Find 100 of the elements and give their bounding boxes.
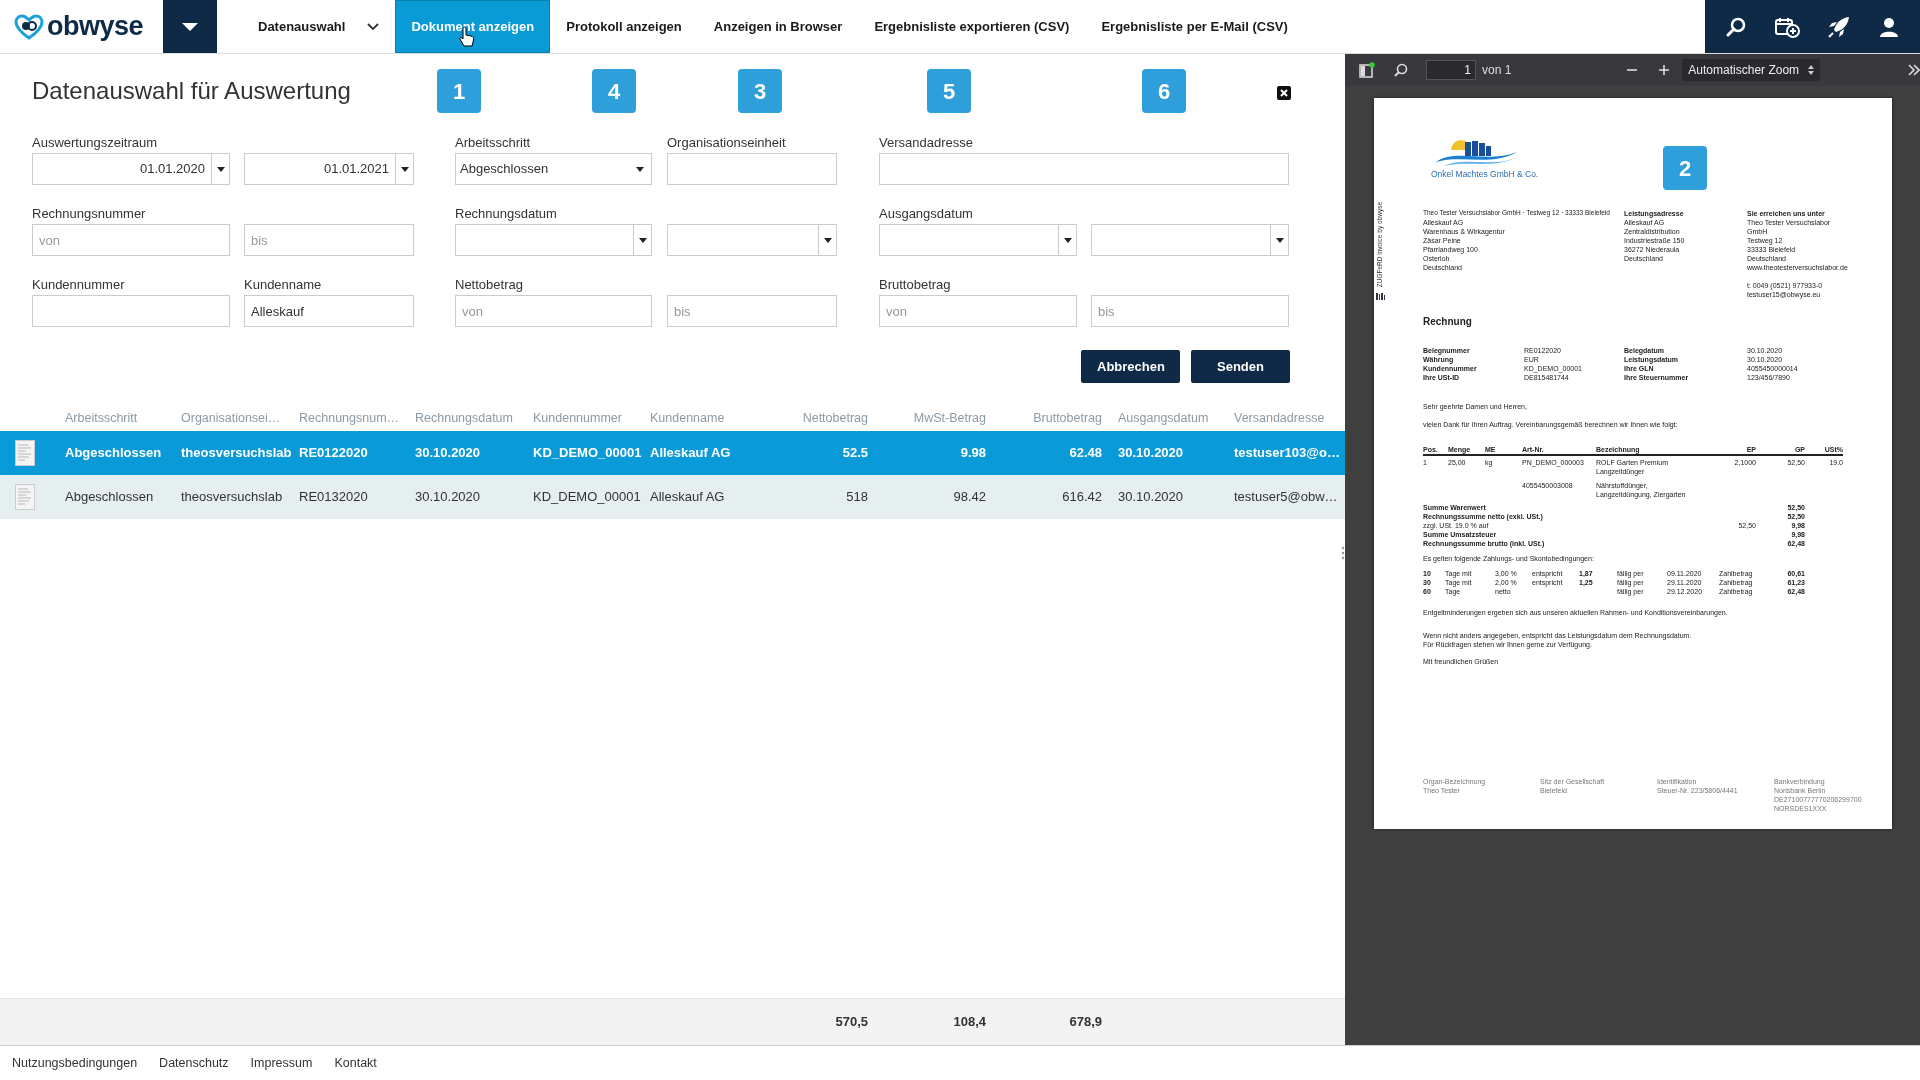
nav-tab[interactable]: Ergebnisliste per E-Mail (CSV) (1085, 0, 1304, 53)
table-cell: 30.10.2020 (407, 475, 525, 519)
date-field[interactable] (1091, 224, 1270, 256)
caret-icon (181, 21, 199, 32)
send-button[interactable]: Senden (1191, 350, 1290, 383)
select-field[interactable]: Abgeschlossen (455, 153, 652, 185)
text-field[interactable]: bis (667, 295, 837, 327)
table-cell: 616.42 (994, 475, 1110, 519)
dropdown-button[interactable] (1270, 224, 1289, 256)
dropdown-button[interactable] (633, 224, 652, 256)
logo-icon (14, 13, 44, 40)
table-cell: 30.10.2020 (407, 431, 525, 475)
field-label: Ausgangsdatum (879, 206, 974, 221)
table-row[interactable]: Abgeschlossen theosversuchslab RE0132020 30.10.2020 KD_DEMO_00001 Alleskauf AG 518 98.42 616.42 30.10.2020 testuser5@obw… (0, 475, 1345, 519)
text-field[interactable]: Alleskauf (244, 295, 414, 327)
bars-icon (1376, 293, 1385, 300)
text-field[interactable] (879, 153, 1289, 185)
date-field[interactable] (879, 224, 1058, 256)
caret-icon (635, 164, 645, 174)
document-title: Rechnung (1423, 316, 1473, 328)
nav-tab[interactable]: Protokoll anzeigen (550, 0, 698, 53)
table-cell: testuser103@o… (1226, 431, 1345, 475)
text-field[interactable]: von (32, 224, 230, 256)
table-cell: 30.10.2020 (1110, 475, 1226, 519)
table-cell: theosversuchslab (173, 431, 291, 475)
search-icon[interactable] (1724, 15, 1747, 38)
caret-icon (399, 164, 410, 174)
table-cell: Abgeschlossen (57, 431, 173, 475)
resize-handle[interactable] (1341, 546, 1345, 560)
sidebar-toggle-icon[interactable] (1359, 62, 1375, 78)
table-cell: 98.42 (876, 475, 994, 519)
page-count: von 1 (1482, 62, 1512, 79)
total-value: 678,9 (1068, 1013, 1103, 1032)
text-field[interactable]: von (879, 295, 1077, 327)
table-cell: theosversuchslab (173, 475, 291, 519)
menu-button[interactable] (163, 0, 217, 53)
chevron-down-icon (367, 22, 380, 31)
document-thumbnail-icon (15, 484, 35, 510)
footer-link[interactable]: Impressum (250, 1053, 313, 1073)
table-cell: 62.48 (994, 431, 1110, 475)
field-label: Nettobetrag (455, 277, 524, 292)
rocket-icon[interactable] (1827, 14, 1852, 39)
cancel-button[interactable]: Abbrechen (1081, 350, 1180, 383)
total-value: 108,4 (952, 1013, 987, 1032)
field-label: Auswertungszeitraum (32, 135, 158, 150)
table-cell: 518 (760, 475, 876, 519)
zoom-in-icon[interactable] (1658, 64, 1671, 76)
step-marker: 1 (437, 69, 481, 113)
text-field[interactable] (32, 295, 230, 327)
zoom-select[interactable]: Automatischer Zoom (1682, 59, 1821, 81)
text-field[interactable] (667, 153, 837, 185)
double-chevron-icon[interactable] (1908, 64, 1920, 76)
date-field[interactable]: 01.01.2020 (32, 153, 211, 185)
field-label: Rechnungsnummer (32, 206, 147, 221)
company-name: Onkel Machtes GmbH & Co. (1431, 169, 1539, 179)
step-marker: 2 (1663, 146, 1707, 190)
table-cell: KD_DEMO_00001 (525, 431, 642, 475)
page-number-field[interactable]: 1 (1426, 60, 1476, 80)
table-cell: testuser5@obw… (1226, 475, 1345, 519)
date-field[interactable] (667, 224, 818, 256)
field-label: Kundenname (244, 277, 323, 292)
dropdown-button[interactable] (395, 153, 414, 185)
text-field[interactable]: von (455, 295, 652, 327)
text-field[interactable]: bis (1091, 295, 1289, 327)
user-icon[interactable] (1878, 15, 1901, 38)
caret-icon (1062, 235, 1073, 245)
nav-tab[interactable]: Ergebnisliste exportieren (CSV) (858, 0, 1086, 53)
date-field[interactable]: 01.01.2021 (244, 153, 395, 185)
dropdown-button[interactable] (211, 153, 230, 185)
text-field[interactable]: bis (244, 224, 414, 256)
close-icon[interactable] (1277, 86, 1291, 100)
step-marker: 6 (1142, 69, 1186, 113)
caret-icon (637, 235, 648, 245)
step-marker: 5 (927, 69, 971, 113)
date-field[interactable] (455, 224, 633, 256)
calendar-plus-icon[interactable] (1773, 15, 1800, 38)
footer-link[interactable]: Nutzungsbedingungen (12, 1053, 138, 1073)
dropdown-button[interactable] (1058, 224, 1077, 256)
nav-tab[interactable]: Anzeigen in Browser (697, 0, 859, 53)
field-label: Kundennummer (32, 277, 126, 292)
field-label: Bruttobetrag (879, 277, 952, 292)
footer-link[interactable]: Datenschutz (159, 1053, 229, 1073)
table-cell: 9.98 (876, 431, 994, 475)
field-label: Versandadresse (879, 135, 974, 150)
logo-text: obwyse (47, 13, 144, 40)
table-cell: RE0122020 (291, 431, 407, 475)
search-icon[interactable] (1394, 63, 1408, 77)
document-thumbnail-icon (15, 440, 35, 466)
nav-dropdown[interactable]: Datenauswahl (242, 0, 396, 53)
table-cell: Alleskauf AG (642, 475, 760, 519)
field-label: Arbeitsschritt (455, 135, 532, 150)
dropdown-button[interactable] (818, 224, 837, 256)
field-label: Organisationseinheit (667, 135, 787, 150)
table-cell: 30.10.2020 (1110, 431, 1226, 475)
caret-icon (215, 164, 226, 174)
sort-caret-icon (1808, 65, 1815, 75)
step-marker: 3 (738, 69, 782, 113)
table-cell: RE0132020 (291, 475, 407, 519)
footer-link[interactable]: Kontakt (334, 1053, 377, 1073)
field-label: Rechnungsdatum (455, 206, 558, 221)
